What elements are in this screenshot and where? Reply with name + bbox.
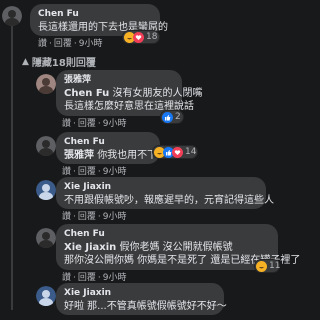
comment-bubble: 張雅萍 Chen Fu 沒有女朋友的人閉嘴 長這樣怎麼好意思在這裡說話 — [56, 70, 203, 116]
reply-link[interactable]: 回覆 — [54, 39, 72, 50]
comment-author[interactable]: 張雅萍 — [64, 74, 174, 87]
comment-text: 張雅萍 你我也用不下去 — [64, 150, 168, 161]
comment-text: 好啦 那...不管真帳號假帳號好不好～ — [64, 301, 227, 312]
reply-link[interactable]: 回覆 — [78, 212, 96, 223]
comment-author[interactable]: Chen Fu — [38, 8, 152, 21]
reaction-count: 18 — [146, 32, 158, 42]
user-avatar-icon — [2, 6, 22, 26]
comment-actions: 讚 · 回覆 · 9小時 — [62, 212, 127, 223]
reaction-summary[interactable]: 14 — [152, 145, 198, 159]
user-avatar-icon — [36, 180, 56, 200]
comment-text: Xie Jiaxin 假你老媽 沒公開就假帳號 — [64, 242, 233, 253]
avatar[interactable] — [2, 6, 22, 26]
hide-replies-label: 隱藏18則回覆 — [31, 58, 96, 69]
reaction-summary[interactable]: 18 — [122, 30, 160, 44]
comment-bubble: Xie Jiaxin 好啦 那...不管真帳號假帳號好不好～ — [56, 283, 227, 315]
love-reaction-icon — [133, 31, 144, 43]
reaction-count: 11 — [269, 261, 281, 271]
avatar[interactable] — [36, 136, 56, 156]
like-link[interactable]: 讚 — [62, 119, 71, 130]
comment-author[interactable]: Xie Jiaxin — [64, 287, 216, 300]
avatar[interactable] — [36, 286, 56, 306]
comment-author[interactable]: Chen Fu — [64, 228, 270, 241]
avatar[interactable] — [36, 74, 56, 94]
timestamp[interactable]: 9小時 — [103, 119, 127, 130]
timestamp[interactable]: 9小時 — [79, 39, 103, 50]
comment-bubble: Xie Jiaxin 不用跟假帳號吵，報應遲早的，元宵記得這些人 — [56, 177, 274, 209]
comment-text: 不用跟假帳號吵，報應遲早的，元宵記得這些人 — [64, 195, 274, 206]
hide-arrow-icon: ▲ — [22, 56, 29, 67]
avatar[interactable] — [36, 228, 56, 248]
comment-actions: 讚 · 回覆 · 9小時 — [38, 39, 103, 50]
like-link[interactable]: 讚 — [38, 39, 47, 50]
comment-author[interactable]: Xie Jiaxin — [64, 181, 258, 194]
mention-link[interactable]: Chen Fu — [64, 88, 109, 99]
comment-bubble: Chen Fu Xie Jiaxin 假你老媽 沒公開就假帳號 那你沒公開你媽 … — [56, 224, 301, 270]
comment-author[interactable]: Chen Fu — [64, 136, 152, 149]
like-link[interactable]: 讚 — [62, 212, 71, 223]
comment-text: 那你沒公開你媽 你媽是不是死了 還是已經在罐子裡了 — [64, 255, 301, 266]
comment-bubble: Chen Fu 張雅萍 你我也用不下去 — [56, 132, 168, 164]
mention-link[interactable]: Xie Jiaxin — [64, 242, 116, 253]
timestamp[interactable]: 9小時 — [103, 212, 127, 223]
love-reaction-icon — [172, 146, 183, 158]
reaction-count: 14 — [185, 147, 197, 157]
user-avatar-icon — [36, 228, 56, 248]
comment-text: 長這樣怎麼好意思在這裡說話 — [64, 101, 194, 112]
like-reaction-icon — [162, 111, 173, 123]
user-avatar-icon — [36, 74, 56, 94]
user-avatar-icon — [36, 286, 56, 306]
comment-text: Chen Fu 沒有女朋友的人閉嘴 — [64, 88, 203, 99]
avatar[interactable] — [36, 180, 56, 200]
reaction-summary[interactable]: 2 — [160, 110, 184, 124]
thread-line — [11, 24, 13, 310]
comment-actions: 讚 · 回覆 · 9小時 — [62, 119, 127, 130]
reply-link[interactable]: 回覆 — [78, 119, 96, 130]
user-avatar-icon — [36, 136, 56, 156]
reaction-summary[interactable]: 11 — [254, 259, 280, 273]
mention-link[interactable]: 張雅萍 — [64, 150, 94, 161]
hide-replies-button[interactable]: ▲ 隱藏18則回覆 — [22, 54, 96, 70]
reaction-count: 2 — [175, 112, 181, 122]
haha-reaction-icon — [256, 260, 267, 272]
